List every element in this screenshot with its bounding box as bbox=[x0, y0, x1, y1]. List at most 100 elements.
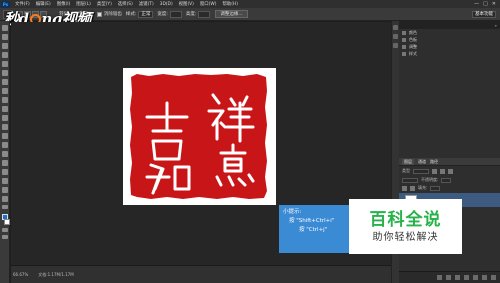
menu-file[interactable]: 文件(F) bbox=[12, 1, 33, 7]
blur-tool-icon[interactable] bbox=[1, 133, 8, 139]
menu-window[interactable]: 窗口(W) bbox=[197, 1, 220, 7]
antialias-checkbox[interactable] bbox=[96, 11, 102, 17]
crop-tool-icon[interactable] bbox=[1, 61, 8, 67]
link-layers-icon[interactable] bbox=[437, 275, 442, 280]
marquee-tool-icon[interactable] bbox=[1, 34, 8, 40]
fill-label: 填充: bbox=[418, 185, 428, 190]
new-layer-icon[interactable] bbox=[482, 275, 487, 280]
menu-help[interactable]: 帮助(H) bbox=[219, 1, 241, 7]
quick-select-tool-icon[interactable] bbox=[1, 52, 8, 58]
menu-image[interactable]: 图像(I) bbox=[54, 1, 74, 7]
height-label: 高度: bbox=[185, 12, 197, 17]
height-input[interactable] bbox=[198, 10, 211, 18]
pen-tool-icon[interactable] bbox=[1, 151, 8, 157]
layer-filter-row: 类型 bbox=[399, 167, 500, 175]
panel-collapse-bar[interactable]: » bbox=[399, 21, 500, 29]
type-tool-icon[interactable] bbox=[1, 160, 8, 166]
panel-row-label: 调整 bbox=[409, 43, 417, 49]
mask-icon[interactable] bbox=[455, 275, 460, 280]
tab-paths[interactable]: 路径 bbox=[430, 159, 438, 165]
maximize-button[interactable]: □ bbox=[483, 1, 488, 7]
minimize-button[interactable]: — bbox=[474, 1, 479, 7]
path-select-tool-icon[interactable] bbox=[1, 169, 8, 175]
seal-stamp-image bbox=[130, 74, 267, 199]
menu-type[interactable]: 类型(Y) bbox=[94, 1, 115, 7]
menu-layer[interactable]: 图层(L) bbox=[73, 1, 94, 7]
document-info: 文档:1.17M/1.17M bbox=[38, 271, 74, 277]
baike-title: 百科全说 bbox=[369, 209, 442, 230]
color-panel-icon bbox=[402, 30, 406, 35]
eyedropper-tool-icon[interactable] bbox=[1, 70, 8, 76]
opacity-input[interactable] bbox=[441, 177, 452, 183]
opacity-label: 不透明度: bbox=[421, 177, 439, 182]
tab-layers[interactable]: 图层 bbox=[402, 158, 414, 165]
quick-mask-icon[interactable] bbox=[1, 228, 8, 232]
refine-edge-button[interactable]: 调整边缘... bbox=[215, 10, 248, 18]
tab-channels[interactable]: 通道 bbox=[418, 159, 426, 165]
zoom-level[interactable]: 66.67% bbox=[13, 272, 28, 277]
panel-row-label: 颜色 bbox=[409, 29, 417, 35]
hand-tool-icon[interactable] bbox=[1, 187, 8, 193]
panel-row-color[interactable]: 颜色 bbox=[399, 29, 500, 36]
move-tool-icon[interactable] bbox=[1, 25, 8, 31]
tools-panel bbox=[0, 21, 10, 283]
zoom-tool-icon[interactable] bbox=[1, 196, 8, 202]
shape-tool-icon[interactable] bbox=[1, 178, 8, 184]
screen-mode-icon[interactable] bbox=[1, 235, 8, 239]
filter-adjust-icon[interactable] bbox=[440, 168, 445, 174]
window-controls: — □ ✕ bbox=[474, 1, 500, 7]
menu-3d[interactable]: 3D(D) bbox=[157, 2, 176, 7]
menu-view[interactable]: 视图(V) bbox=[176, 1, 197, 7]
properties-panel-icon[interactable] bbox=[393, 34, 398, 39]
workspace-select[interactable]: 基本功能 bbox=[472, 10, 496, 18]
panel-row-label: 色板 bbox=[409, 36, 417, 42]
dodge-tool-icon[interactable] bbox=[1, 142, 8, 148]
baike-subtitle: 助你轻松解决 bbox=[372, 231, 439, 243]
menu-filter[interactable]: 滤镜(T) bbox=[136, 1, 157, 7]
kind-label: 类型 bbox=[402, 168, 410, 173]
panel-row-swatches[interactable]: 色板 bbox=[399, 36, 500, 43]
eraser-tool-icon[interactable] bbox=[1, 115, 8, 121]
styles-panel-icon bbox=[402, 51, 406, 56]
healing-tool-icon[interactable] bbox=[1, 79, 8, 85]
swatches-panel-icon bbox=[402, 37, 406, 42]
clone-stamp-tool-icon[interactable] bbox=[1, 97, 8, 103]
menu-edit[interactable]: 编辑(E) bbox=[33, 1, 54, 7]
layers-footer bbox=[399, 271, 500, 283]
panel-row-label: 样式 bbox=[409, 50, 417, 56]
menu-select[interactable]: 选择(S) bbox=[115, 1, 136, 7]
fill-input[interactable] bbox=[430, 185, 441, 191]
filter-type-icon[interactable] bbox=[448, 168, 453, 174]
lasso-tool-icon[interactable] bbox=[1, 43, 8, 49]
brush-tool-icon[interactable] bbox=[1, 88, 8, 94]
photoshop-logo: Ps bbox=[1, 0, 10, 8]
info-panel-icon[interactable] bbox=[393, 43, 398, 48]
lock-position-icon[interactable] bbox=[410, 185, 415, 191]
adjustments-panel-icon bbox=[402, 44, 406, 49]
lock-icon[interactable] bbox=[402, 185, 407, 191]
history-brush-tool-icon[interactable] bbox=[1, 106, 8, 112]
trash-icon[interactable] bbox=[491, 275, 496, 280]
more-tools-icon[interactable] bbox=[1, 205, 8, 209]
gradient-tool-icon[interactable] bbox=[1, 124, 8, 130]
width-label: 宽度: bbox=[157, 12, 168, 17]
panel-row-adjustments[interactable]: 调整 bbox=[399, 43, 500, 50]
blend-mode-select[interactable] bbox=[402, 177, 418, 183]
width-input[interactable] bbox=[169, 10, 182, 18]
style-select[interactable]: 正常 bbox=[138, 10, 154, 18]
close-button[interactable]: ✕ bbox=[492, 1, 496, 7]
layers-panel-tabs: 图层 通道 路径 bbox=[399, 158, 500, 166]
panel-row-styles[interactable]: 样式 bbox=[399, 50, 500, 57]
style-label: 样式: bbox=[125, 12, 137, 17]
filter-pixel-icon[interactable] bbox=[432, 168, 437, 174]
history-panel-icon[interactable] bbox=[393, 25, 398, 30]
background-color-swatch[interactable] bbox=[3, 219, 10, 225]
document-canvas[interactable] bbox=[123, 68, 276, 205]
status-bar: 66.67% 文档:1.17M/1.17M bbox=[11, 265, 391, 283]
group-icon[interactable] bbox=[473, 275, 478, 280]
layer-kind-select[interactable] bbox=[413, 168, 429, 174]
layer-lock-row: 填充: bbox=[399, 184, 500, 192]
adjustment-layer-icon[interactable] bbox=[464, 275, 469, 280]
antialias-label: 消除锯齿 bbox=[103, 12, 122, 17]
fx-icon[interactable] bbox=[446, 275, 451, 280]
